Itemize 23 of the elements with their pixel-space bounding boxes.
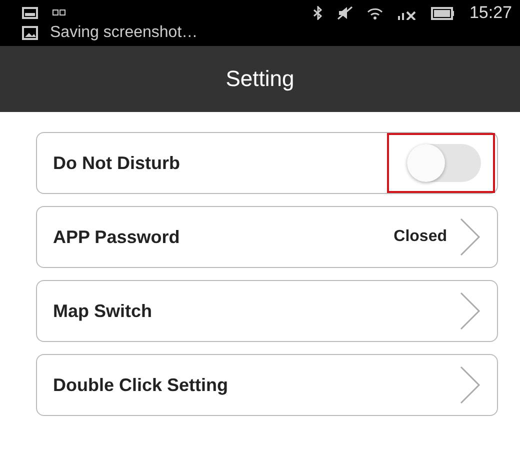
mute-icon: [337, 6, 354, 20]
toggle-switch[interactable]: [407, 144, 481, 182]
dots-icon: [52, 9, 66, 17]
chevron-right-icon: [459, 365, 481, 405]
battery-icon: [431, 6, 456, 20]
chevron-right-icon: [459, 291, 481, 331]
settings-row[interactable]: Map Switch: [36, 280, 498, 342]
image-icon: [22, 26, 38, 40]
image-icon: [22, 7, 38, 19]
setting-value: Closed: [394, 228, 447, 246]
wifi-icon: [367, 6, 384, 20]
clock-time: 15:27: [469, 3, 512, 23]
bluetooth-icon: [313, 6, 324, 20]
notification-text: Saving screenshot…: [50, 24, 198, 42]
page-title: Setting: [226, 66, 294, 92]
settings-row[interactable]: Double Click Setting: [36, 354, 498, 416]
settings-row[interactable]: APP Password Closed: [36, 206, 498, 268]
setting-label: Do Not Disturb: [53, 152, 181, 174]
setting-label: APP Password: [53, 226, 181, 248]
chevron-right-icon: [459, 217, 481, 257]
setting-label: Map Switch: [53, 300, 154, 322]
setting-label: Double Click Setting: [53, 374, 230, 396]
settings-row[interactable]: Do Not Disturb: [36, 132, 498, 194]
